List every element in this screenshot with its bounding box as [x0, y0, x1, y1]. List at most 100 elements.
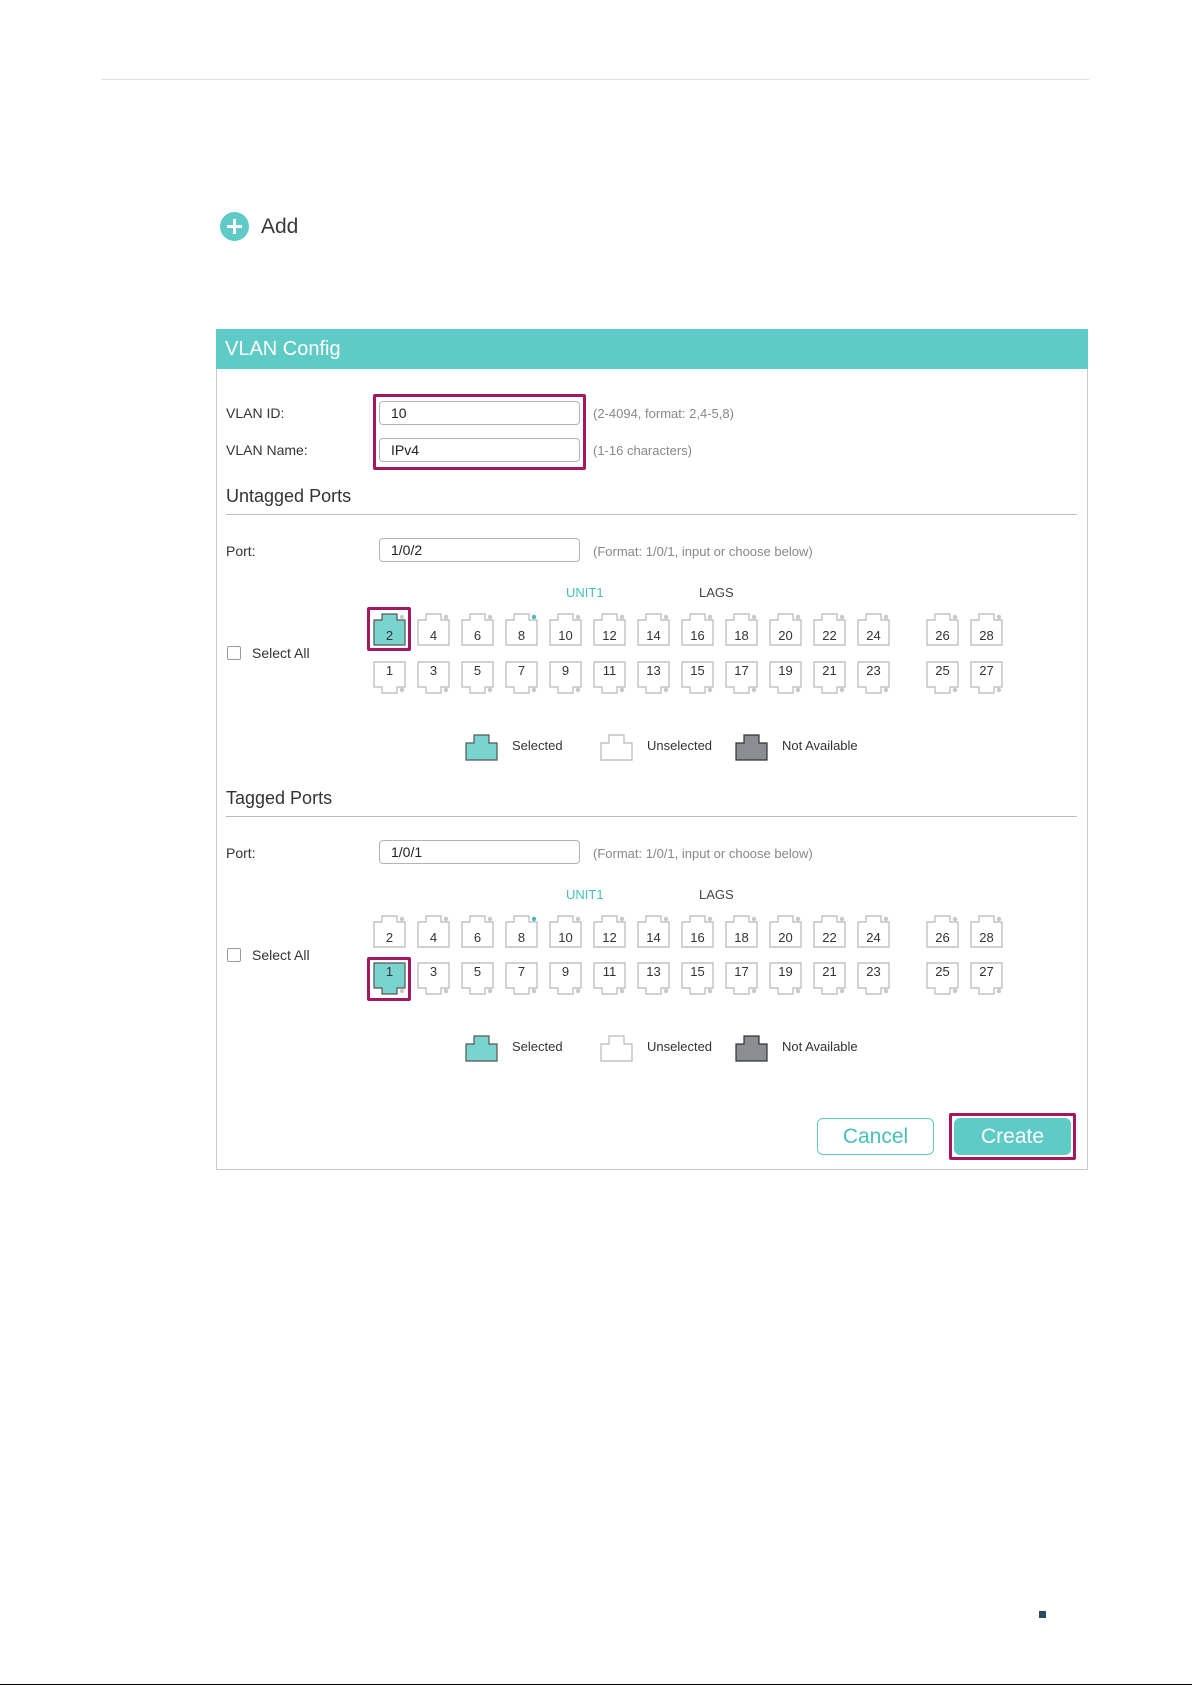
port-9[interactable]: 9 [549, 661, 582, 694]
port-number: 4 [429, 930, 438, 945]
port-2[interactable]: 2 [373, 915, 406, 948]
port-number: 24 [866, 930, 881, 945]
port-21[interactable]: 21 [813, 962, 846, 995]
port-number: 21 [822, 964, 837, 979]
port-number: 9 [561, 663, 570, 678]
port-5[interactable]: 5 [461, 962, 494, 995]
tagged-divider [226, 816, 1077, 817]
port-11[interactable]: 11 [593, 962, 626, 995]
plus-circle-icon [220, 212, 249, 241]
port-number: 23 [866, 964, 881, 979]
port-18[interactable]: 18 [725, 613, 758, 646]
legend-unselected-label: Unselected [647, 738, 713, 753]
port-number: 5 [473, 964, 482, 979]
port-number: 13 [646, 964, 661, 979]
untagged-divider [226, 514, 1077, 515]
port-13[interactable]: 13 [637, 661, 670, 694]
port-number: 20 [778, 628, 793, 643]
panel-title: VLAN Config [225, 338, 341, 360]
port-number: 19 [778, 663, 793, 678]
port-16[interactable]: 16 [681, 915, 714, 948]
port-23[interactable]: 23 [857, 661, 890, 694]
port-20[interactable]: 20 [769, 915, 802, 948]
port-12[interactable]: 12 [593, 915, 626, 948]
port-number: 26 [935, 930, 950, 945]
panel-header: VLAN Config [216, 329, 1088, 369]
port-number: 21 [822, 663, 837, 678]
select-all-label: Select All [252, 947, 310, 963]
port-5[interactable]: 5 [461, 661, 494, 694]
port-11[interactable]: 11 [593, 661, 626, 694]
untagged-port-input[interactable]: 1/0/2 [379, 538, 580, 562]
port-9[interactable]: 9 [549, 962, 582, 995]
port-10[interactable]: 10 [549, 613, 582, 646]
port-15[interactable]: 15 [681, 962, 714, 995]
port-26[interactable]: 26 [926, 613, 959, 646]
port-17[interactable]: 17 [725, 962, 758, 995]
port-20[interactable]: 20 [769, 613, 802, 646]
port-number: 16 [690, 628, 705, 643]
port-19[interactable]: 19 [769, 962, 802, 995]
port-number: 17 [734, 663, 749, 678]
port-18[interactable]: 18 [725, 915, 758, 948]
add-button[interactable]: Add [220, 212, 298, 241]
port-21[interactable]: 21 [813, 661, 846, 694]
port-14[interactable]: 14 [637, 613, 670, 646]
create-button-highlight [949, 1113, 1076, 1160]
untagged-select-all[interactable]: Select All [227, 645, 310, 661]
port-4[interactable]: 4 [417, 915, 450, 948]
port-6[interactable]: 6 [461, 915, 494, 948]
select-all-checkbox[interactable] [227, 948, 241, 962]
port-number: 27 [979, 964, 994, 979]
port-10[interactable]: 10 [549, 915, 582, 948]
port-number: 6 [473, 628, 482, 643]
port-number: 19 [778, 964, 793, 979]
port-25[interactable]: 25 [926, 661, 959, 694]
port-24[interactable]: 24 [857, 915, 890, 948]
port-16[interactable]: 16 [681, 613, 714, 646]
cancel-button[interactable]: Cancel [817, 1118, 934, 1155]
port-28[interactable]: 28 [970, 915, 1003, 948]
port-15[interactable]: 15 [681, 661, 714, 694]
port-number: 7 [517, 663, 526, 678]
port-26[interactable]: 26 [926, 915, 959, 948]
port-1[interactable]: 1 [373, 661, 406, 694]
port-27[interactable]: 27 [970, 661, 1003, 694]
legend-unselected-icon [600, 1032, 633, 1067]
port-3[interactable]: 3 [417, 962, 450, 995]
port-8[interactable]: 8 [505, 915, 538, 948]
port-19[interactable]: 19 [769, 661, 802, 694]
port-number: 24 [866, 628, 881, 643]
port-22[interactable]: 22 [813, 915, 846, 948]
vlan-fields-highlight [373, 394, 586, 470]
port-number: 3 [429, 964, 438, 979]
tagged-select-all[interactable]: Select All [227, 947, 310, 963]
port-27[interactable]: 27 [970, 962, 1003, 995]
port-number: 15 [690, 964, 705, 979]
port-12[interactable]: 12 [593, 613, 626, 646]
port-8[interactable]: 8 [505, 613, 538, 646]
port-number: 12 [602, 628, 617, 643]
add-label: Add [261, 214, 299, 238]
port-7[interactable]: 7 [505, 962, 538, 995]
port-number: 17 [734, 964, 749, 979]
port-22[interactable]: 22 [813, 613, 846, 646]
port-3[interactable]: 3 [417, 661, 450, 694]
port-number: 10 [558, 628, 573, 643]
legend-unselected-icon [600, 731, 633, 766]
untagged-port-label: Port: [226, 543, 256, 559]
tagged-unit-label: UNIT1 [566, 887, 604, 902]
port-14[interactable]: 14 [637, 915, 670, 948]
port-23[interactable]: 23 [857, 962, 890, 995]
port-17[interactable]: 17 [725, 661, 758, 694]
tagged-port-input[interactable]: 1/0/1 [379, 840, 580, 864]
port-4[interactable]: 4 [417, 613, 450, 646]
port-number: 12 [602, 930, 617, 945]
select-all-checkbox[interactable] [227, 646, 241, 660]
port-7[interactable]: 7 [505, 661, 538, 694]
port-24[interactable]: 24 [857, 613, 890, 646]
port-13[interactable]: 13 [637, 962, 670, 995]
port-6[interactable]: 6 [461, 613, 494, 646]
port-25[interactable]: 25 [926, 962, 959, 995]
port-28[interactable]: 28 [970, 613, 1003, 646]
